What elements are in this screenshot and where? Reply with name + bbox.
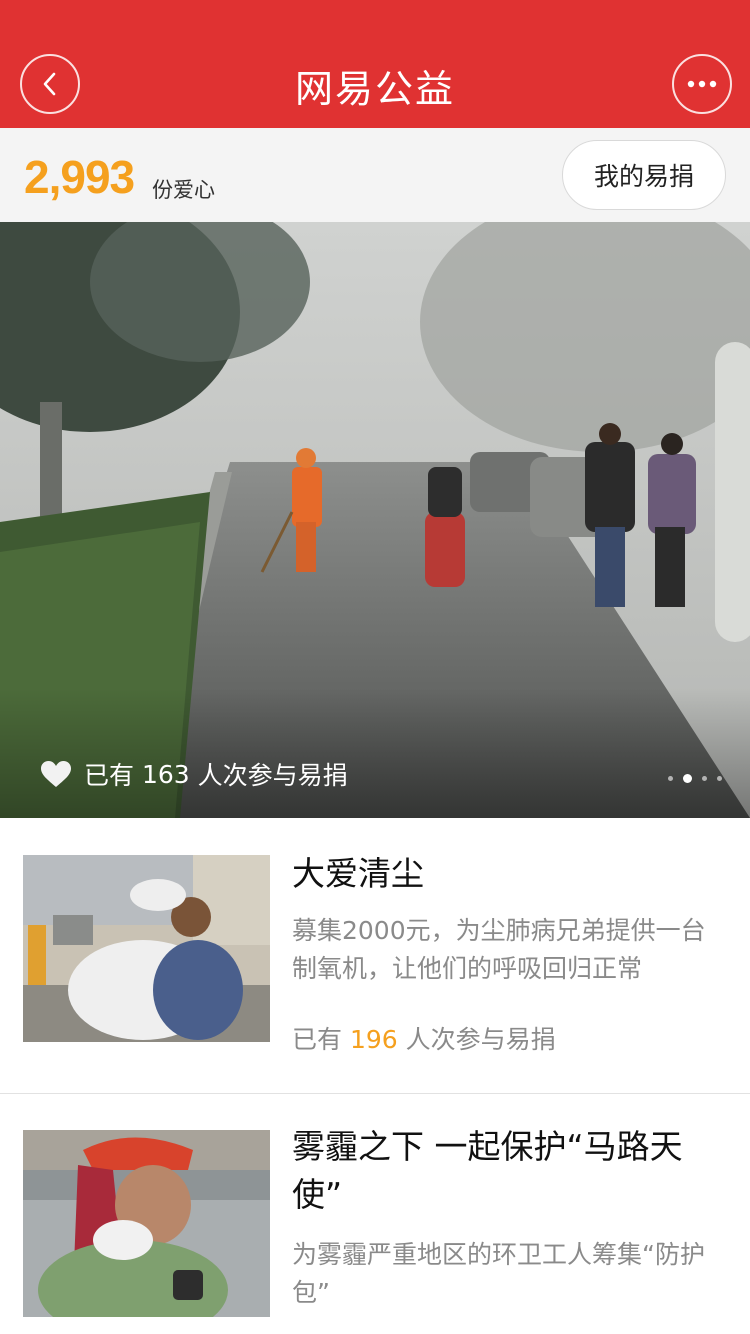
- carousel-dot[interactable]: [717, 776, 722, 781]
- project-description: 为雾霾严重地区的环卫工人筹集“防护包”: [292, 1240, 705, 1307]
- participants-count: 196: [349, 1025, 398, 1054]
- project-participants: 已有 196 人次参与易捐: [292, 1020, 556, 1056]
- project-thumbnail: [23, 1130, 270, 1317]
- carousel-dots[interactable]: [668, 774, 722, 783]
- project-description: 募集2000元，为尘肺病兄弟提供一台制氧机，让他们的呼吸回归正常: [292, 916, 706, 983]
- love-count: 2,993: [24, 151, 135, 203]
- banner-participants-prefix: 已有: [84, 761, 135, 790]
- more-button[interactable]: [672, 54, 732, 114]
- project-item[interactable]: 雾霾之下 一起保护“马路天使” 为雾霾严重地区的环卫工人筹集“防护包”: [0, 1095, 750, 1334]
- my-donation-button[interactable]: 我的易捐: [562, 140, 726, 210]
- more-dots-icon: [687, 80, 717, 88]
- stats-bar: 2,993 份爱心 我的易捐: [0, 128, 750, 222]
- banner-participants: 已有 163 人次参与易捐: [40, 756, 348, 792]
- featured-banner[interactable]: 已有 163 人次参与易捐: [0, 222, 750, 818]
- participants-suffix: 人次参与易捐: [405, 1025, 556, 1054]
- banner-participants-count: 163: [141, 759, 190, 789]
- love-unit: 份爱心: [152, 178, 215, 202]
- banner-participants-suffix: 人次参与易捐: [197, 761, 348, 790]
- carousel-dot[interactable]: [702, 776, 707, 781]
- project-title: 雾霾之下 一起保护“马路天使”: [292, 1127, 683, 1214]
- carousel-dot-active[interactable]: [683, 774, 692, 783]
- heart-icon: [41, 761, 71, 787]
- banner-overlay: [0, 688, 750, 818]
- app-header: 网易公益: [0, 0, 750, 128]
- carousel-dot[interactable]: [668, 776, 673, 781]
- project-item[interactable]: 大爱清尘 募集2000元，为尘肺病兄弟提供一台制氧机，让他们的呼吸回归正常 已有…: [0, 818, 750, 1094]
- page-title: 网易公益: [294, 67, 455, 111]
- participants-prefix: 已有: [292, 1025, 343, 1054]
- project-title: 大爱清尘: [292, 854, 424, 893]
- project-thumbnail: [23, 855, 270, 1042]
